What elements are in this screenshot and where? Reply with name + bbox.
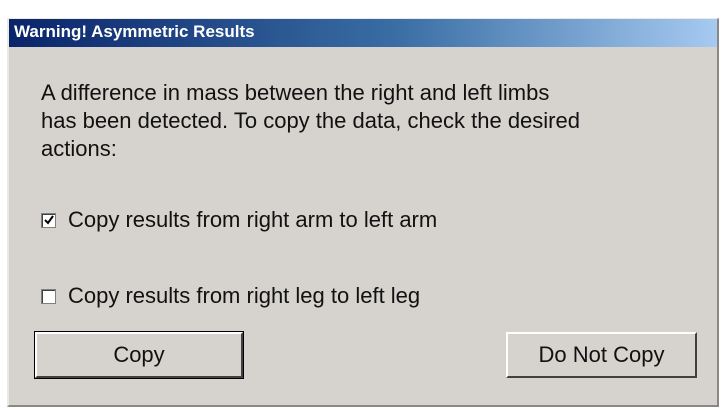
copy-arm-checkbox[interactable] xyxy=(41,212,56,228)
copy-leg-label[interactable]: Copy results from right leg to left leg xyxy=(68,283,420,309)
title-bar[interactable]: Warning! Asymmetric Results xyxy=(9,19,717,47)
copy-arm-label[interactable]: Copy results from right arm to left arm xyxy=(68,207,437,233)
copy-leg-checkbox[interactable] xyxy=(41,288,56,304)
message-line: actions: xyxy=(41,136,117,161)
copy-leg-option[interactable]: Copy results from right leg to left leg xyxy=(41,283,420,309)
message-line: A difference in mass between the right a… xyxy=(41,80,550,105)
do-not-copy-button[interactable]: Do Not Copy xyxy=(506,332,697,378)
warning-message: A difference in mass between the right a… xyxy=(41,79,721,163)
copy-arm-option[interactable]: Copy results from right arm to left arm xyxy=(41,207,437,233)
message-line: has been detected. To copy the data, che… xyxy=(41,108,580,133)
checkmark-icon xyxy=(44,214,54,225)
dialog-title: Warning! Asymmetric Results xyxy=(14,22,255,41)
asymmetric-results-dialog: Warning! Asymmetric Results A difference… xyxy=(7,18,719,407)
copy-button[interactable]: Copy xyxy=(34,331,244,379)
